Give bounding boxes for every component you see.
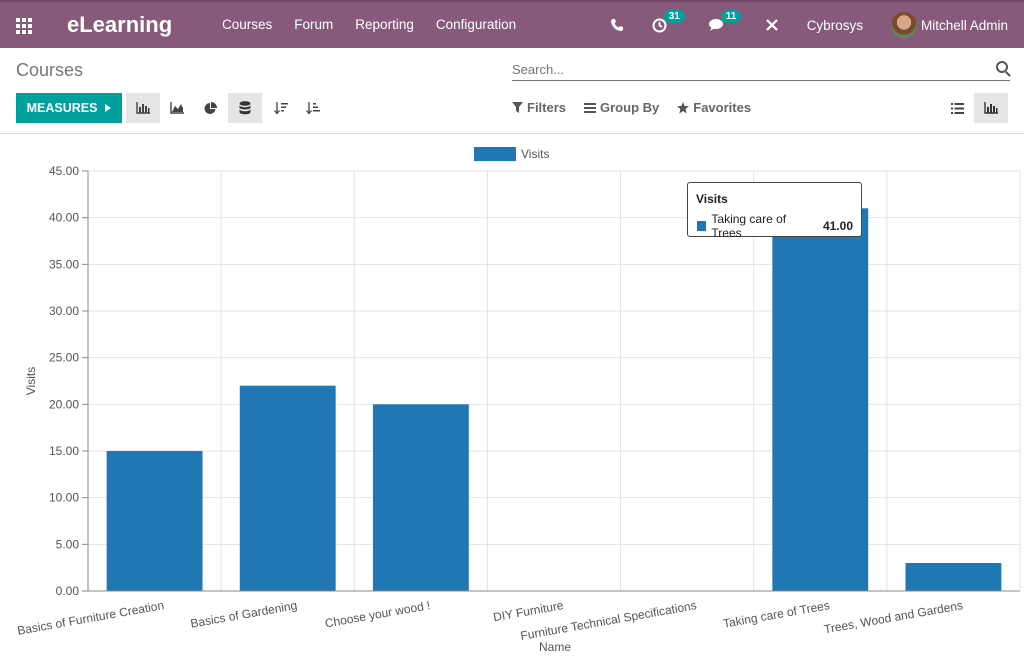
measures-label: MEASURES bbox=[26, 101, 98, 115]
list-icon bbox=[584, 102, 597, 113]
list-view-button[interactable] bbox=[940, 93, 974, 123]
tooltip-label: Taking care of Trees bbox=[711, 212, 787, 240]
tools-icon bbox=[765, 19, 778, 31]
search-input[interactable] bbox=[512, 59, 982, 79]
groupby-dropdown[interactable]: Group By bbox=[584, 100, 659, 115]
activity-button[interactable]: 31 bbox=[652, 9, 685, 33]
phone-icon bbox=[610, 19, 623, 31]
y-tick-label: 10.00 bbox=[49, 491, 79, 505]
y-tick-label: 0.00 bbox=[56, 584, 80, 598]
tooltip-swatch bbox=[696, 220, 708, 232]
user-name: Mitchell Admin bbox=[920, 17, 1008, 33]
chart-legend[interactable]: Visits bbox=[474, 147, 549, 161]
tooltip-title: Visits bbox=[696, 192, 728, 206]
top-navbar: eLearning Courses Forum Reporting Config… bbox=[0, 0, 1024, 48]
bar[interactable] bbox=[772, 208, 869, 592]
y-tick-label: 45.00 bbox=[49, 164, 79, 178]
y-axis-title: Visits bbox=[24, 367, 38, 395]
company-switcher[interactable]: Cybrosys bbox=[807, 18, 863, 33]
y-tick-label: 20.00 bbox=[49, 397, 79, 411]
y-tick-label: 5.00 bbox=[56, 537, 80, 551]
favorites-dropdown[interactable]: Favorites bbox=[677, 100, 751, 115]
control-panel: Courses MEASURES Filters Group By bbox=[0, 48, 1024, 134]
search-icon[interactable] bbox=[996, 61, 1008, 73]
activity-badge: 31 bbox=[663, 9, 685, 23]
groupby-label: Group By bbox=[600, 100, 660, 115]
bar[interactable] bbox=[106, 451, 203, 591]
chart-tooltip: Visits Taking care of Trees 41.00 bbox=[687, 182, 862, 240]
chart-bars bbox=[106, 208, 1002, 592]
page-title: Courses bbox=[16, 60, 84, 80]
bar-chart: 0.00 5.00 10.00 15.00 20.00 25.00 30.00 35.00 40… bbox=[16, 147, 1021, 654]
y-tick-label: 30.00 bbox=[49, 304, 79, 318]
chart-grid bbox=[87, 170, 1021, 592]
sort-descending-button[interactable] bbox=[264, 93, 298, 123]
pie-chart-button[interactable] bbox=[193, 93, 227, 123]
search-options: Filters Group By Favorites bbox=[512, 100, 751, 115]
bar[interactable] bbox=[372, 404, 469, 591]
x-tick-label: DIY Furniture bbox=[492, 598, 565, 624]
x-axis-title: Name bbox=[539, 640, 571, 654]
messaging-button[interactable]: 11 bbox=[708, 10, 742, 32]
x-tick-label: Taking care of Trees bbox=[722, 598, 831, 631]
y-tick-label: 15.00 bbox=[49, 444, 79, 458]
sort-ascending-button[interactable] bbox=[296, 93, 330, 123]
x-tick-label: Basics of Furniture Creation bbox=[16, 598, 165, 638]
graph-view-icon bbox=[984, 102, 998, 114]
avatar bbox=[890, 12, 917, 38]
user-menu[interactable]: Mitchell Admin bbox=[890, 12, 1008, 38]
list-view-icon bbox=[950, 102, 964, 114]
bar[interactable] bbox=[905, 563, 1002, 591]
database-icon bbox=[239, 101, 251, 115]
sort-asc-icon bbox=[306, 102, 320, 115]
bar-chart-icon bbox=[136, 102, 150, 114]
search-bar bbox=[512, 59, 1010, 81]
area-chart-icon bbox=[170, 102, 184, 114]
legend-label: Visits bbox=[521, 147, 549, 161]
tooltip-row: Taking care of Trees 41.00 bbox=[696, 212, 853, 240]
graph-view-button[interactable] bbox=[974, 93, 1008, 123]
filters-label: Filters bbox=[527, 100, 567, 115]
phone-button[interactable] bbox=[610, 18, 624, 32]
menu-item-reporting[interactable]: Reporting bbox=[355, 17, 414, 32]
stacked-button[interactable] bbox=[228, 93, 262, 123]
main-menu: Courses Forum Reporting Configuration bbox=[222, 17, 516, 32]
y-tick-label: 40.00 bbox=[49, 211, 79, 225]
tooltip-value: 41.00 bbox=[822, 219, 853, 233]
star-icon bbox=[677, 101, 690, 113]
pie-chart-icon bbox=[204, 101, 217, 114]
apps-menu-icon[interactable] bbox=[16, 18, 34, 34]
sort-desc-icon bbox=[274, 102, 288, 115]
menu-item-courses[interactable]: Courses bbox=[222, 17, 272, 32]
bar-chart-button[interactable] bbox=[126, 93, 160, 123]
measures-button[interactable]: MEASURES bbox=[16, 93, 122, 123]
y-tick-label: 25.00 bbox=[49, 351, 79, 365]
y-tick-label: 35.00 bbox=[49, 257, 79, 271]
messages-badge: 11 bbox=[720, 10, 742, 23]
caret-right-icon bbox=[105, 104, 112, 112]
x-tick-label: Choose your wood ! bbox=[324, 598, 432, 630]
x-tick-label: Basics of Gardening bbox=[189, 598, 298, 631]
x-tick-label: Trees, Wood and Gardens bbox=[823, 598, 964, 636]
menu-item-forum[interactable]: Forum bbox=[294, 17, 333, 32]
menu-item-configuration[interactable]: Configuration bbox=[436, 17, 516, 32]
filter-icon bbox=[512, 102, 523, 113]
legend-swatch bbox=[474, 147, 516, 161]
line-chart-button[interactable] bbox=[160, 93, 194, 123]
favorites-label: Favorites bbox=[693, 100, 752, 115]
app-brand[interactable]: eLearning bbox=[67, 12, 172, 38]
debug-tools-button[interactable] bbox=[765, 18, 779, 32]
bar[interactable] bbox=[239, 385, 336, 591]
systray: 31 11 Cybrosys Mitchell Admin bbox=[610, 2, 1024, 48]
filters-dropdown[interactable]: Filters bbox=[512, 100, 566, 115]
